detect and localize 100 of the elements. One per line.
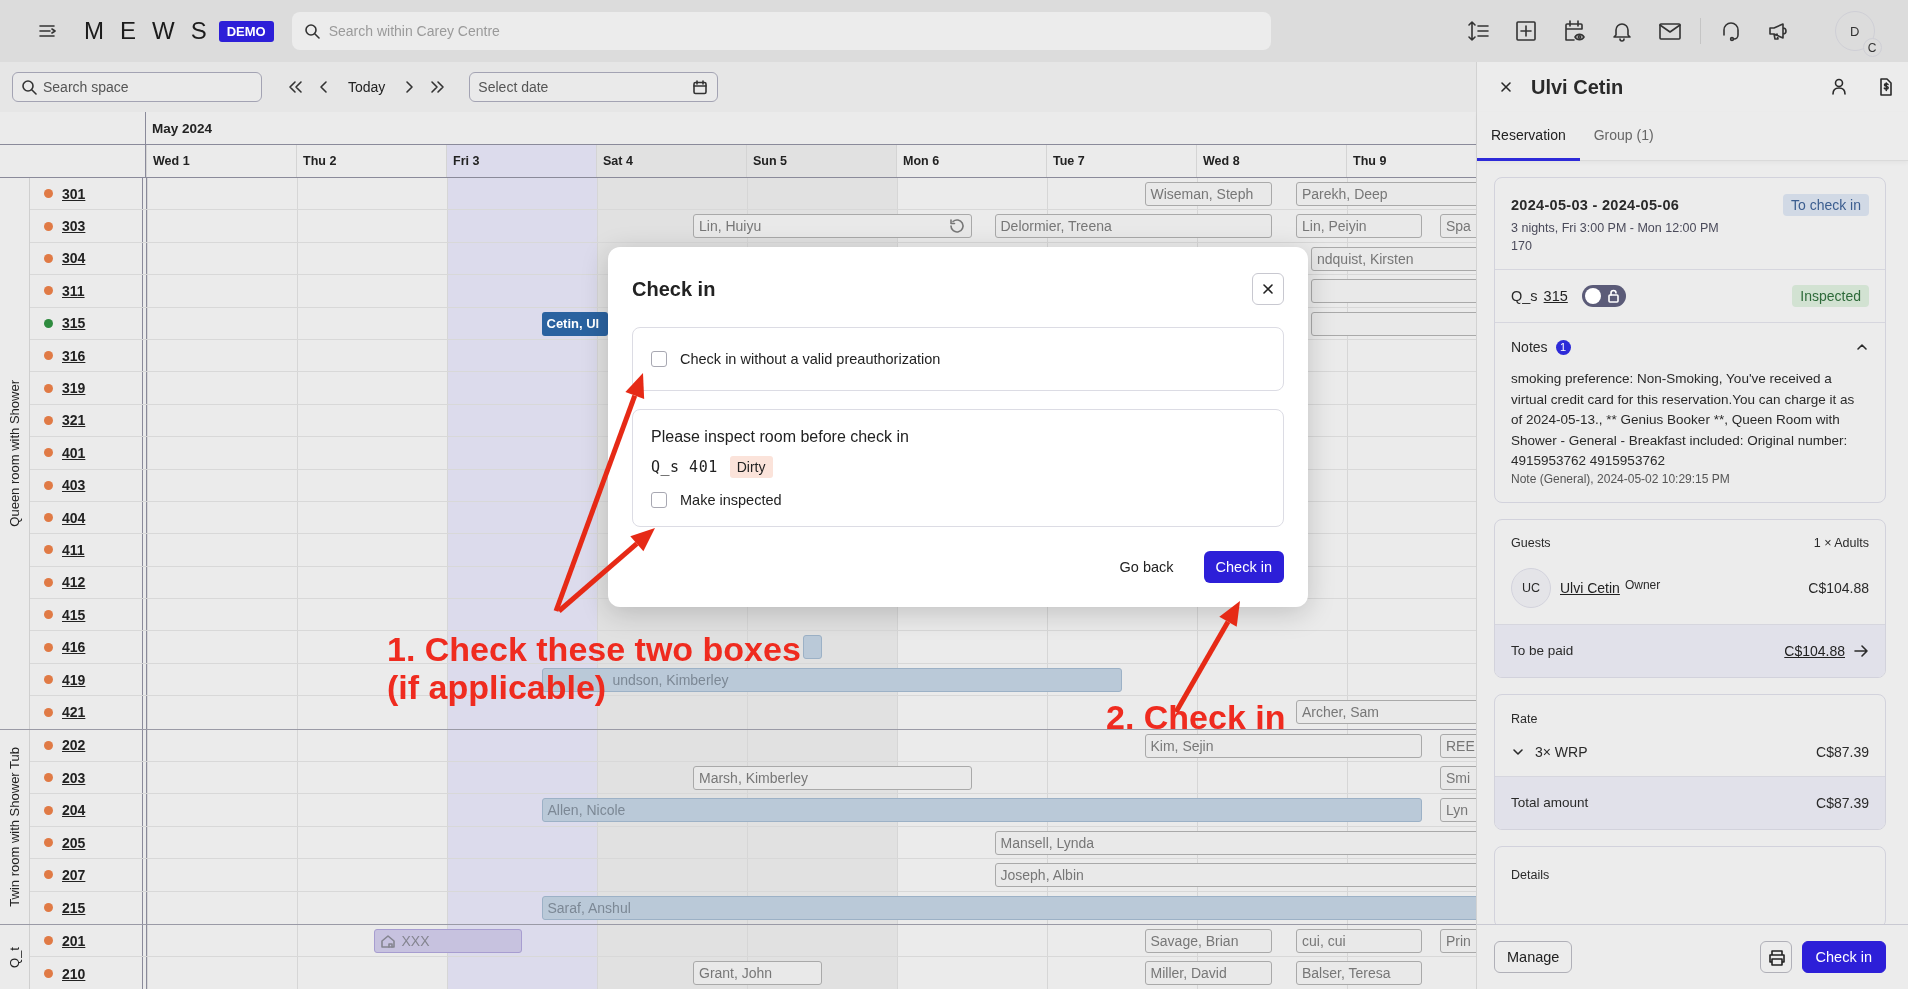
reservation-bar[interactable]: Lin, Huiyu xyxy=(693,214,972,239)
annotation-text: 1. Check these two boxes xyxy=(387,630,801,668)
tab[interactable]: Group (1) xyxy=(1579,112,1668,161)
tab[interactable]: Reservation xyxy=(1477,112,1580,161)
add-icon[interactable] xyxy=(1513,19,1538,43)
annotation-text: 2. Check in xyxy=(1106,703,1286,731)
stay-summary: 3 nights, Fri 3:00 PM - Mon 12:00 PM xyxy=(1511,221,1720,235)
reservation-bar[interactable]: REE xyxy=(1440,733,1476,758)
room-number[interactable]: 416 xyxy=(62,639,86,656)
room-number[interactable]: 303 xyxy=(62,218,86,235)
reservation-bar[interactable]: Lin, Peiyin xyxy=(1296,214,1422,239)
reservation-bar[interactable]: Savage, Brian xyxy=(1144,929,1272,953)
room-number[interactable]: 412 xyxy=(62,574,86,591)
guest-link[interactable]: Ulvi Cetin xyxy=(1560,579,1620,596)
room-number[interactable]: 301 xyxy=(62,185,86,202)
reservation-bar[interactable]: Marsh, Kimberley xyxy=(693,766,972,791)
rate-heading: Rate xyxy=(1511,711,1538,726)
reservation-bar[interactable]: Wiseman, Steph xyxy=(1144,182,1272,206)
reservation-bar[interactable]: Grant, John xyxy=(693,961,822,986)
room-number[interactable]: 210 xyxy=(62,965,86,982)
room-number[interactable]: 315 xyxy=(62,315,86,332)
total-amount: C$87.39 xyxy=(1816,794,1869,811)
checkbox-label: Check in without a valid preauthorization xyxy=(680,351,941,367)
reservation-bar[interactable]: Balser, Teresa xyxy=(1296,961,1422,986)
reservation-bar[interactable]: Mansell, Lynda xyxy=(994,830,1476,855)
room-number[interactable]: 202 xyxy=(62,737,86,754)
double-left-icon[interactable] xyxy=(286,79,304,95)
person-icon[interactable] xyxy=(1830,77,1848,95)
arrow-right-icon[interactable] xyxy=(1853,642,1869,659)
room-link[interactable]: 315 xyxy=(1543,288,1568,304)
search-field[interactable]: Search space xyxy=(12,72,262,102)
checkbox[interactable] xyxy=(651,351,667,367)
reservation-bar[interactable]: Kim, Sejin xyxy=(1144,733,1422,758)
room-number[interactable]: 201 xyxy=(62,932,86,949)
room-number[interactable]: 304 xyxy=(62,250,86,267)
reservation-bar[interactable]: Prin xyxy=(1440,929,1476,953)
room-category: Q_s xyxy=(1511,288,1538,304)
reservation-bar[interactable]: Parekh, Deep xyxy=(1296,182,1476,206)
room-number[interactable]: 311 xyxy=(62,282,85,299)
avatar-badge: C xyxy=(1862,38,1882,57)
day-header: Mon 6 xyxy=(896,145,1046,177)
reservation-bar[interactable]: ndquist, Kirsten xyxy=(1311,246,1476,271)
menu-icon[interactable] xyxy=(38,22,56,40)
room-number[interactable]: 411 xyxy=(62,542,85,558)
sort-icon[interactable] xyxy=(1465,19,1490,43)
print-icon xyxy=(1766,948,1785,966)
search-field[interactable]: Search within Carey Centre xyxy=(291,12,1271,50)
room-number[interactable]: 207 xyxy=(62,866,86,883)
room-number[interactable]: 215 xyxy=(62,899,86,916)
go-back-button[interactable]: Go back xyxy=(1107,551,1186,583)
room-number[interactable]: 316 xyxy=(62,347,86,364)
close-button[interactable] xyxy=(1252,273,1284,305)
room-number[interactable]: 203 xyxy=(62,769,86,786)
search-icon xyxy=(21,79,37,95)
day-header: Wed 8 xyxy=(1196,145,1346,177)
rate-item: 3× WRP xyxy=(1535,743,1588,760)
reservation-bar[interactable]: cui, cui xyxy=(1296,929,1422,953)
day-header: Wed 1 xyxy=(146,145,296,177)
environment-badge: DEMO xyxy=(218,20,274,42)
details-heading: Details xyxy=(1511,867,1550,882)
reservation-bar[interactable]: Lyn xyxy=(1440,798,1476,823)
calendar-icon xyxy=(692,79,709,95)
reservation-bar[interactable]: Archer, Sam xyxy=(1296,700,1476,725)
room-number[interactable]: 415 xyxy=(62,606,86,623)
room-number[interactable]: 403 xyxy=(62,477,86,494)
room-number[interactable]: 319 xyxy=(62,380,86,397)
day-header: Fri 3 xyxy=(446,145,596,177)
lock-toggle[interactable] xyxy=(1581,285,1626,307)
room-number[interactable]: 205 xyxy=(62,834,86,851)
print-button[interactable] xyxy=(1759,941,1792,973)
room-number[interactable]: 204 xyxy=(62,802,86,819)
guest-name-title: Ulvi Cetin xyxy=(1531,75,1624,99)
room-label: Q_s 401 xyxy=(651,458,718,476)
check-in-button[interactable]: Check in xyxy=(1203,551,1284,583)
day-header: Sun 5 xyxy=(746,145,896,177)
today-button[interactable]: Today xyxy=(344,79,390,95)
reservation-bar[interactable]: Delormier, Treena xyxy=(994,214,1272,239)
room-number[interactable]: 419 xyxy=(62,671,86,688)
amount: C$104.88 xyxy=(1808,579,1869,596)
date-field[interactable]: Select date xyxy=(469,72,719,102)
stay-dates: 2024-05-03 - 2024-05-06 xyxy=(1511,197,1680,213)
reservation-bar[interactable]: Miller, David xyxy=(1144,961,1272,986)
manage-button[interactable]: Manage xyxy=(1494,941,1573,973)
guest-count: 1 × Adults xyxy=(1813,535,1869,550)
reservation-bar[interactable]: Smi xyxy=(1440,766,1476,791)
reservation-bar[interactable]: Spa xyxy=(1440,214,1476,239)
room-number[interactable]: 421 xyxy=(62,704,86,721)
reservation-bar[interactable]: Joseph, Albin xyxy=(994,863,1476,888)
room-number[interactable]: 404 xyxy=(62,509,86,526)
checkbox[interactable] xyxy=(651,492,667,508)
close-icon[interactable] xyxy=(1499,80,1513,94)
day-header: Sat 4 xyxy=(596,145,746,177)
check-in-button[interactable]: Check in xyxy=(1801,941,1886,973)
housekeeping-badge: Inspected xyxy=(1792,285,1869,307)
house-icon xyxy=(379,933,396,949)
month-label: May 2024 xyxy=(151,120,214,136)
room-number[interactable]: 321 xyxy=(62,412,86,429)
count-badge: 1 xyxy=(1555,339,1571,355)
balance-link[interactable]: C$104.88 xyxy=(1784,642,1845,659)
room-number[interactable]: 401 xyxy=(62,444,86,461)
